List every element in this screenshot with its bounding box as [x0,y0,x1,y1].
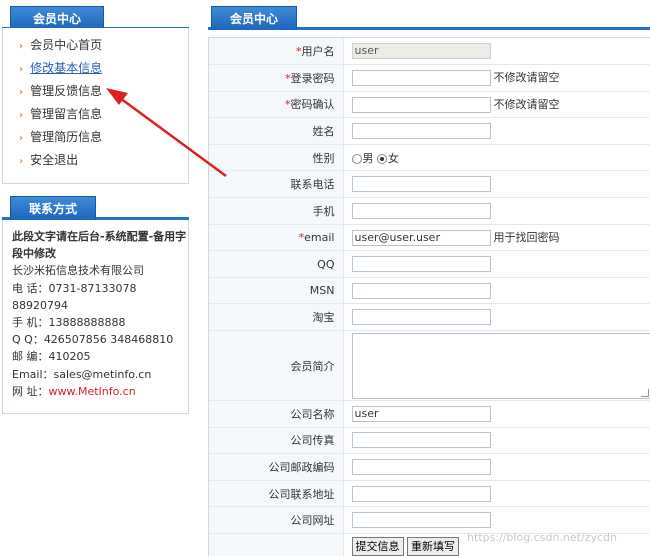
contact-website-label: 网 址： [12,384,49,398]
telephone-label: 联系电话 [209,170,344,199]
company-name-label: 公司名称 [209,400,344,428]
chevron-right-icon: › [19,133,24,144]
taobao-field[interactable] [351,309,491,326]
row-company-fax: 公司传真 [209,427,650,455]
company-name-field[interactable]: user [351,405,491,422]
qq-field[interactable] [351,256,491,273]
email-field[interactable]: user@user.user [351,229,491,246]
row-name: 姓名 [209,117,650,145]
contact-tab[interactable]: 联系方式 [10,196,96,220]
watermark: https://blog.csdn.net/zycdn [467,531,617,544]
company-website-field[interactable] [351,512,491,529]
gender-male-label: 男 [362,151,374,165]
mobile-field[interactable] [351,202,491,219]
contact-company: 长沙米拓信息技术有限公司 [12,264,144,278]
row-company-name: 公司名称 user [209,400,650,428]
username-label: *用户名 [209,38,344,66]
gender-female-label: 女 [388,151,399,165]
menu-item-logout[interactable]: › 安全退出 [19,149,188,172]
company-website-label: 公司网址 [209,506,344,534]
form-tabbar: 会员中心 [208,4,650,30]
member-center-tabbar: 会员中心 [2,4,189,30]
mobile-label: 手机 [209,197,344,225]
company-fax-label: 公司传真 [209,427,344,455]
company-zip-field[interactable] [351,459,491,476]
row-password-confirm: *密码确认 不修改请留空 [209,91,650,119]
row-company-address: 公司联系地址 [209,480,650,508]
row-username: *用户名 user [209,38,650,66]
msn-field[interactable] [351,282,491,299]
company-address-label: 公司联系地址 [209,480,344,508]
telephone-field[interactable] [351,176,491,193]
contact-tabbar: 联系方式 [2,194,189,220]
row-telephone: 联系电话 [209,170,650,199]
contact-note: 此段文字请在后台-系统配置-备用字段中修改 [12,230,187,261]
row-gender: 性别 男 女 [209,144,650,172]
row-taobao: 淘宝 [209,303,650,332]
member-menu-panel: › 会员中心首页 › 修改基本信息 › 管理反馈信息 › 管理留言信息 › 管理简历信息 … [2,28,189,184]
company-address-field[interactable] [351,485,491,502]
menu-item-feedback[interactable]: › 管理反馈信息 [19,80,188,103]
name-label: 姓名 [209,117,344,145]
gender-male-radio[interactable] [351,153,362,164]
profile-form: *用户名 user *登录密码 不修改请留空 *密码确认 不修改请留空 姓名 性… [209,38,650,556]
row-password: *登录密码 不修改请留空 [209,64,650,92]
password-confirm-label: *密码确认 [209,91,344,119]
row-mobile: 手机 [209,197,650,225]
submit-button[interactable]: 提交信息 [351,537,404,556]
row-qq: QQ [209,250,650,278]
menu-item-home[interactable]: › 会员中心首页 [19,34,188,57]
email-hint: 用于找回密码 [493,230,560,244]
contact-mobile: 手 机：13888888888 [12,316,126,330]
username-field: user [351,43,491,60]
contact-phone2: 88920794 [12,298,68,312]
gender-label: 性别 [209,144,344,172]
gender-female-radio[interactable] [377,153,387,164]
menu-item-edit-info[interactable]: › 修改基本信息 [19,57,188,80]
taobao-label: 淘宝 [209,303,344,332]
chevron-right-icon: › [19,87,24,98]
chevron-right-icon: › [19,156,24,167]
contact-website-link[interactable]: www.MetInfo.cn [49,385,136,398]
reset-button[interactable]: 重新填写 [407,537,459,556]
row-company-website: 公司网址 [209,506,650,534]
intro-label: 会员简介 [209,330,344,402]
member-menu: › 会员中心首页 › 修改基本信息 › 管理反馈信息 › 管理留言信息 › 管理简历信息 … [3,28,188,172]
contact-phone: 电 话：0731-87133078 [12,281,137,295]
profile-form-panel: *用户名 user *登录密码 不修改请留空 *密码确认 不修改请留空 姓名 性… [208,37,650,556]
company-fax-field[interactable] [351,432,491,449]
email-label: *email [209,224,344,252]
menu-item-messages[interactable]: › 管理留言信息 [19,103,188,126]
row-msn: MSN [209,277,650,305]
form-tab[interactable]: 会员中心 [211,6,297,30]
row-intro: 会员简介 [209,330,650,402]
chevron-right-icon: › [19,41,24,52]
password-field[interactable] [351,70,491,87]
contact-website-row: 网 址：www.MetInfo.cn [12,383,188,400]
chevron-right-icon: › [19,110,24,121]
password-label: *登录密码 [209,64,344,92]
password-hint: 不修改请留空 [493,71,560,85]
contact-qq: Q Q：426507856 348468810 [12,333,174,347]
row-email: *email user@user.user 用于找回密码 [209,224,650,252]
menu-item-resume[interactable]: › 管理简历信息 [19,126,188,149]
intro-textarea[interactable] [351,332,650,399]
contact-zip: 邮 编：410205 [12,350,91,364]
chevron-right-icon: › [19,64,24,75]
name-field[interactable] [351,123,491,140]
contact-panel: 此段文字请在后台-系统配置-备用字段中修改 长沙米拓信息技术有限公司 电 话：0… [2,220,189,414]
qq-label: QQ [209,250,344,278]
row-company-zip: 公司邮政编码 [209,453,650,481]
password-confirm-hint: 不修改请留空 [493,97,560,111]
password-confirm-field[interactable] [351,96,491,113]
msn-label: MSN [209,277,344,305]
contact-email: Email：sales@metinfo.cn [12,367,152,381]
member-center-tab[interactable]: 会员中心 [10,6,104,30]
company-zip-label: 公司邮政编码 [209,453,344,481]
